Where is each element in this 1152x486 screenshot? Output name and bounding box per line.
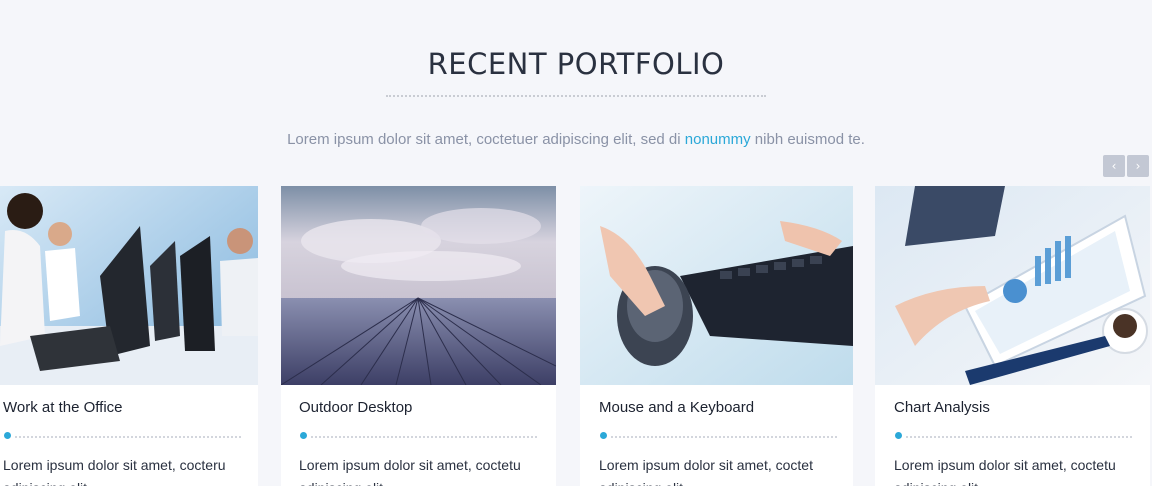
card-divider xyxy=(311,436,537,438)
carousel-next-button[interactable]: › xyxy=(1127,155,1149,177)
chevron-left-icon: ‹ xyxy=(1111,159,1117,173)
portfolio-image-desktop[interactable] xyxy=(281,186,556,385)
card-divider xyxy=(15,436,241,438)
portfolio-description: Lorem ipsum dolor sit amet, coctetu adip… xyxy=(299,457,521,486)
portfolio-card[interactable]: Work at the Office Lorem ipsum dolor sit… xyxy=(0,186,258,486)
portfolio-description: Lorem ipsum dolor sit amet, coctet adipi… xyxy=(599,457,813,486)
portfolio-image-mouse[interactable] xyxy=(580,186,853,385)
portfolio-card[interactable]: Mouse and a Keyboard Lorem ipsum dolor s… xyxy=(580,186,853,486)
portfolio-title[interactable]: Mouse and a Keyboard xyxy=(599,399,754,416)
card-divider xyxy=(611,436,837,438)
accent-dot xyxy=(4,432,11,439)
portfolio-card[interactable]: Outdoor Desktop Lorem ipsum dolor sit am… xyxy=(281,186,556,486)
portfolio-image-chart[interactable] xyxy=(875,186,1150,385)
portfolio-description: Lorem ipsum dolor sit amet, coctetu adip… xyxy=(894,457,1116,486)
subtitle-highlight-link[interactable]: nonummy xyxy=(685,131,751,148)
portfolio-title[interactable]: Chart Analysis xyxy=(894,399,990,416)
section-title: RECENT PORTFOLIO xyxy=(427,47,725,82)
accent-dot xyxy=(600,432,607,439)
title-divider xyxy=(386,95,766,97)
card-divider xyxy=(906,436,1132,438)
chevron-right-icon: › xyxy=(1135,159,1141,173)
portfolio-image-office[interactable] xyxy=(0,186,258,385)
subtitle-text: Lorem ipsum dolor sit amet, coctetuer ad… xyxy=(287,131,685,148)
carousel-prev-button[interactable]: ‹ xyxy=(1103,155,1125,177)
subtitle-text-end: nibh euismod te. xyxy=(750,131,865,148)
portfolio-description: Lorem ipsum dolor sit amet, cocteru adip… xyxy=(3,457,226,486)
portfolio-card[interactable]: Chart Analysis Lorem ipsum dolor sit ame… xyxy=(875,186,1150,486)
accent-dot xyxy=(895,432,902,439)
portfolio-title[interactable]: Work at the Office xyxy=(3,399,123,416)
portfolio-title[interactable]: Outdoor Desktop xyxy=(299,399,412,416)
accent-dot xyxy=(300,432,307,439)
section-subtitle: Lorem ipsum dolor sit amet, coctetuer ad… xyxy=(0,131,1152,148)
